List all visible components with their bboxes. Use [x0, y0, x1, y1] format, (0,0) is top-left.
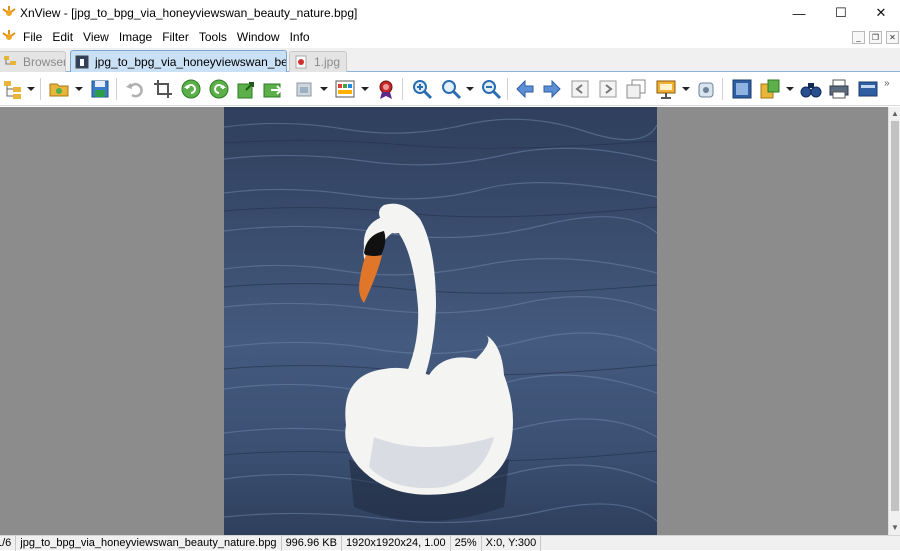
tab-browser-label: Browser: [23, 55, 65, 69]
status-index: 1/6: [0, 536, 17, 551]
fullscreen-icon[interactable]: [731, 78, 753, 100]
swan-photo: [224, 107, 657, 535]
tab-current-image-label: jpg_to_bpg_via_honeyviewswan_bea...: [95, 54, 286, 69]
zoom-in-icon[interactable]: [411, 78, 433, 100]
jpg-file-icon: [295, 55, 307, 69]
menu-view[interactable]: View: [78, 26, 114, 48]
tab-1-jpg-label: 1.jpg: [314, 55, 341, 69]
open-dropdown-icon[interactable]: [75, 87, 83, 91]
scroll-thumb[interactable]: [891, 121, 899, 511]
print-icon[interactable]: [828, 78, 850, 100]
menu-image[interactable]: Image: [114, 26, 157, 48]
menu-bar: File Edit View Image Filter Tools Window…: [0, 26, 900, 48]
scroll-down-icon[interactable]: ▼: [889, 521, 900, 533]
menu-window[interactable]: Window: [232, 26, 285, 48]
flip-icon[interactable]: [236, 78, 258, 100]
undo-icon[interactable]: [124, 78, 146, 100]
mdi-restore-icon[interactable]: ❐: [869, 31, 882, 44]
tab-1-jpg[interactable]: 1.jpg: [289, 51, 347, 72]
menu-tools[interactable]: Tools: [194, 26, 232, 48]
previous-icon[interactable]: [514, 78, 536, 100]
menu-filter[interactable]: Filter: [157, 26, 194, 48]
zoom-dropdown-icon[interactable]: [466, 87, 474, 91]
last-page-icon[interactable]: [597, 78, 619, 100]
status-filename: jpg_to_bpg_via_honeyviewswan_beauty_natu…: [16, 536, 282, 551]
convert-dropdown-icon[interactable]: [786, 87, 794, 91]
image-file-icon: [75, 55, 89, 68]
toolbar-overflow-icon[interactable]: »: [884, 78, 898, 100]
first-page-icon[interactable]: [569, 78, 591, 100]
menu-info[interactable]: Info: [285, 26, 315, 48]
scroll-up-icon[interactable]: ▲: [889, 107, 900, 119]
convert-icon[interactable]: [759, 78, 781, 100]
toolbar-separator: [116, 78, 117, 100]
app-menu-icon[interactable]: [2, 29, 16, 43]
zoom-out-icon[interactable]: [480, 78, 502, 100]
toolbar-separator: [402, 78, 403, 100]
tab-bar: Browser jpg_to_bpg_via_honeyviewswan_bea…: [0, 48, 900, 72]
status-bar: 1/6 jpg_to_bpg_via_honeyviewswan_beauty_…: [0, 535, 900, 551]
title-bar: XnView - [jpg_to_bpg_via_honeyviewswan_b…: [0, 0, 900, 26]
image-viewer[interactable]: [0, 107, 888, 535]
resize-icon[interactable]: [294, 78, 316, 100]
folder-tree-icon: [4, 56, 16, 65]
save-icon[interactable]: [89, 78, 111, 100]
status-zoom: 25%: [451, 536, 482, 551]
minimize-button[interactable]: —: [776, 0, 822, 26]
toolbar-separator: [40, 78, 41, 100]
zoom-menu-icon[interactable]: [440, 78, 462, 100]
main-toolbar: »: [0, 72, 900, 106]
vertical-scrollbar[interactable]: ▲ ▼: [888, 107, 900, 535]
status-dimensions: 1920x1920x24, 1.00: [342, 536, 451, 551]
browser-icon[interactable]: [2, 78, 24, 100]
rotate-right-icon[interactable]: [208, 78, 230, 100]
tab-browser[interactable]: Browser: [0, 51, 66, 72]
toolbar-separator: [722, 78, 723, 100]
window-title: XnView - [jpg_to_bpg_via_honeyviewswan_b…: [20, 6, 358, 20]
resize-dropdown-icon[interactable]: [320, 87, 328, 91]
copy-icon[interactable]: [625, 78, 647, 100]
browser-dropdown-icon[interactable]: [27, 87, 35, 91]
swan-image-drawing: [224, 118, 657, 524]
mdi-minimize-icon[interactable]: _: [852, 31, 865, 44]
open-folder-icon[interactable]: [48, 78, 70, 100]
adjust-colors-icon[interactable]: [334, 78, 356, 100]
crop-icon[interactable]: [152, 78, 174, 100]
export-icon[interactable]: [262, 78, 284, 100]
next-icon[interactable]: [541, 78, 563, 100]
toolbar-separator: [507, 78, 508, 100]
menu-file[interactable]: File: [18, 26, 47, 48]
slideshow-dropdown-icon[interactable]: [682, 87, 690, 91]
colors-dropdown-icon[interactable]: [361, 87, 369, 91]
slideshow-icon[interactable]: [655, 78, 677, 100]
xnview-logo-icon: [2, 6, 16, 16]
scanner-icon[interactable]: [857, 78, 879, 100]
search-icon[interactable]: [800, 78, 822, 100]
close-button[interactable]: ✕: [858, 0, 900, 26]
menu-edit[interactable]: Edit: [47, 26, 78, 48]
status-filesize: 996.96 KB: [282, 536, 342, 551]
tab-current-image[interactable]: jpg_to_bpg_via_honeyviewswan_bea...: [70, 50, 287, 72]
capture-icon[interactable]: [695, 78, 717, 100]
mdi-close-icon[interactable]: ✕: [886, 31, 899, 44]
status-coordinates: X:0, Y:300: [482, 536, 542, 551]
rotate-left-icon[interactable]: [180, 78, 202, 100]
effects-icon[interactable]: [375, 78, 397, 100]
